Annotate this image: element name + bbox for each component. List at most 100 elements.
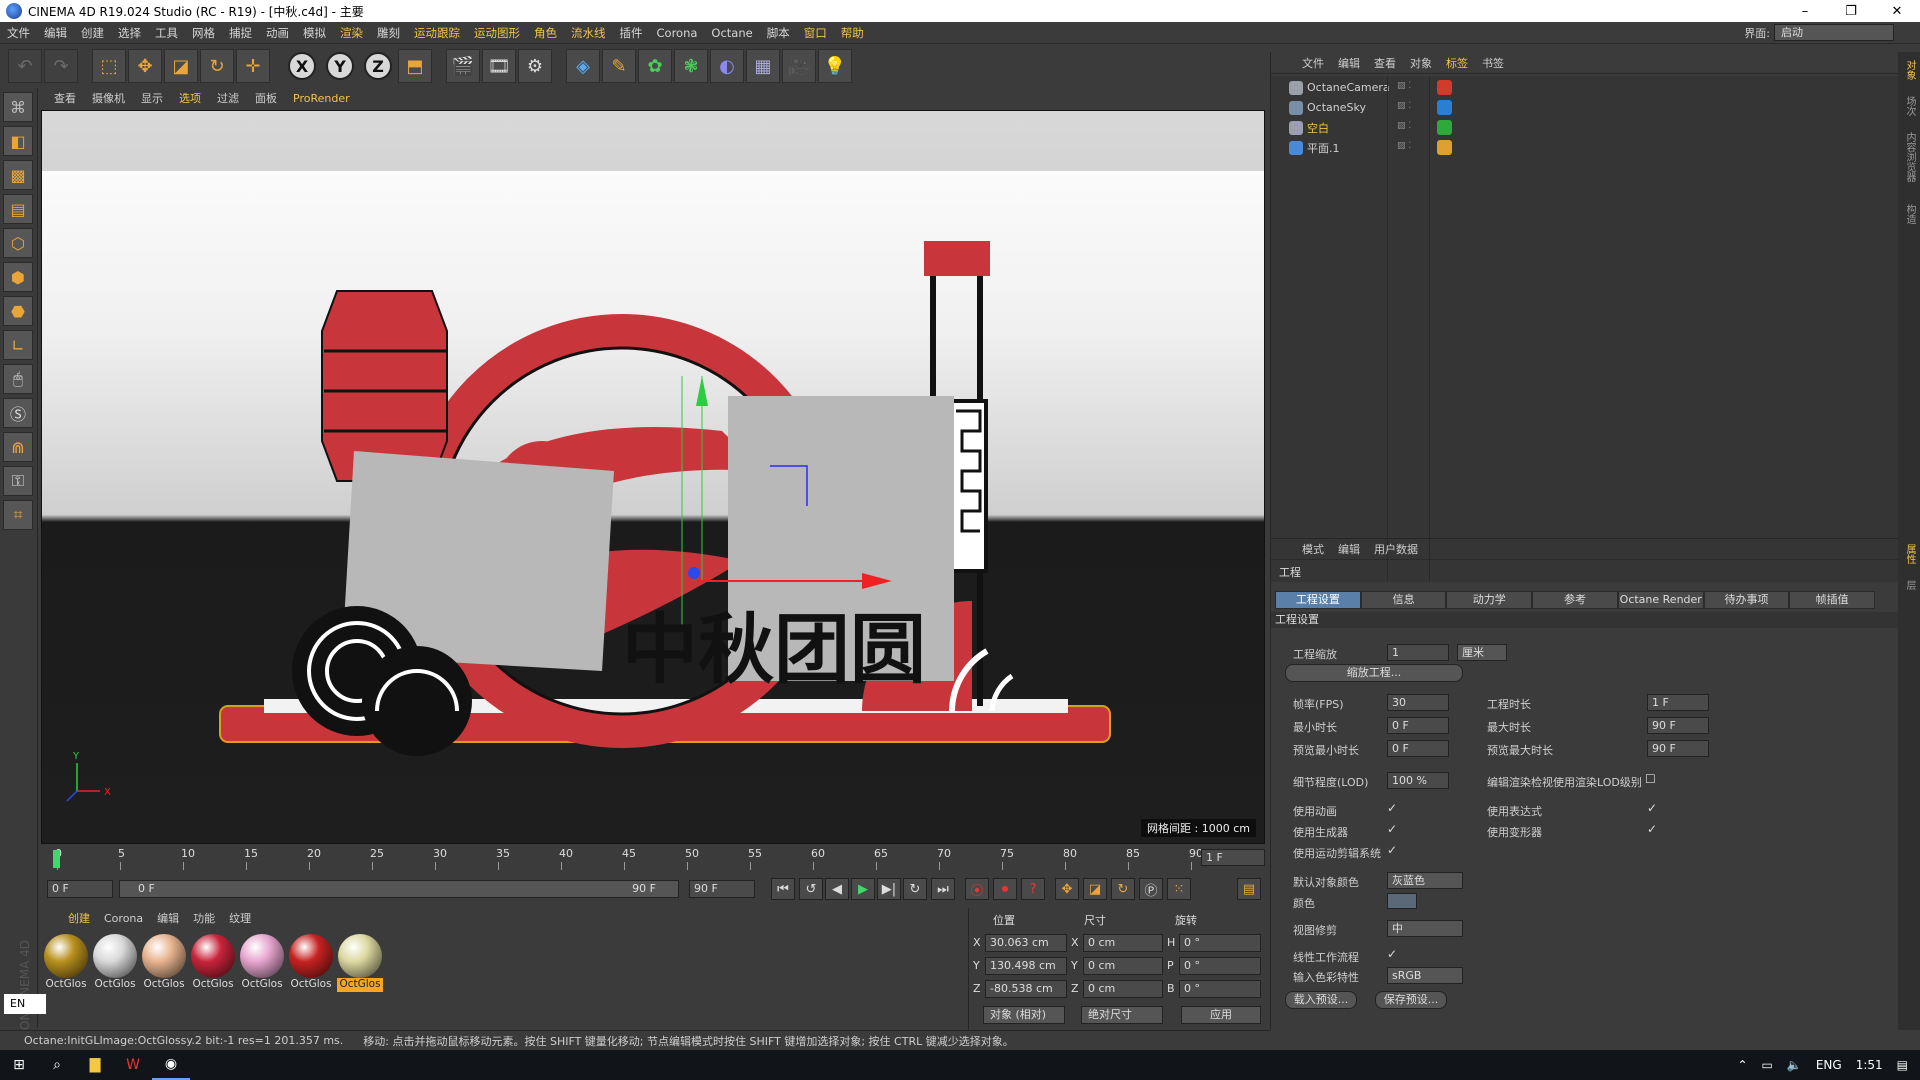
object-name[interactable]: OctaneSky [1307, 101, 1366, 114]
menu-select[interactable]: 选择 [111, 25, 148, 41]
file-explorer-icon[interactable]: ▇ [76, 1050, 114, 1080]
tab-todo[interactable]: 待办事项 [1703, 591, 1790, 609]
tab-frame-interpolation[interactable]: 帧插值 [1789, 591, 1876, 609]
key-position-icon[interactable]: ✥ [1055, 878, 1079, 900]
project-scale-field[interactable]: 1 [1387, 644, 1449, 661]
menu-animate[interactable]: 动画 [259, 25, 296, 41]
size-x-field[interactable]: 0 cm [1083, 934, 1163, 952]
visibility-toggle-icon[interactable]: ▨ ⁚ [1397, 141, 1419, 155]
visibility-toggle-icon[interactable]: ▨ ⁚ [1397, 81, 1419, 95]
tab-project-settings[interactable]: 工程设置 [1275, 591, 1361, 609]
go-to-end-icon[interactable]: ⏭ [931, 878, 955, 900]
language-indicator[interactable]: ENG [1816, 1058, 1842, 1072]
om-menu-file[interactable]: 文件 [1295, 55, 1331, 71]
viewport-menu-cameras[interactable]: 摄像机 [84, 90, 133, 106]
view-clipping-dropdown[interactable]: 中 [1387, 920, 1463, 937]
menu-window[interactable]: 窗口 [797, 25, 834, 41]
position-y-field[interactable]: 130.498 cm [985, 957, 1067, 975]
object-tag-icon[interactable] [1437, 120, 1452, 135]
menu-character[interactable]: 角色 [527, 25, 564, 41]
material-swatch[interactable]: OctGlos [43, 934, 89, 992]
object-tag-icon[interactable] [1437, 80, 1452, 95]
menu-snap[interactable]: 捕捉 [222, 25, 259, 41]
size-z-field[interactable]: 0 cm [1083, 980, 1163, 998]
deformer-icon[interactable]: ◐ [710, 49, 744, 83]
current-frame-field[interactable]: 1 F [1201, 849, 1265, 866]
preview-max-field[interactable]: 90 F [1647, 740, 1709, 757]
object-name[interactable]: 平面.1 [1307, 140, 1340, 156]
texture-mode-icon[interactable]: ▩ [3, 160, 33, 190]
layout-dropdown[interactable]: 启动 [1774, 24, 1894, 41]
am-menu-userdata[interactable]: 用户数据 [1367, 541, 1425, 557]
render-picture-viewer-icon[interactable]: 🎞 [482, 49, 516, 83]
axis-mode-icon[interactable]: ∟ [3, 330, 33, 360]
render-view-icon[interactable]: 🎬 [446, 49, 480, 83]
lod-field[interactable]: 100 % [1387, 772, 1449, 789]
scale-tool-icon[interactable]: ◪ [164, 49, 198, 83]
auto-key-icon[interactable]: ⏺ [993, 878, 1017, 900]
object-row[interactable]: OctaneCamera ▨ ⁚ [1271, 78, 1899, 97]
use-generators-checkbox[interactable]: ✓ [1387, 822, 1397, 836]
material-swatch[interactable]: OctGlos [337, 934, 383, 992]
viewport-menu-panel[interactable]: 面板 [247, 90, 285, 106]
floor-icon[interactable]: ▦ [746, 49, 780, 83]
object-row[interactable]: 平面.1 ▨ ⁚ [1271, 138, 1899, 157]
side-tab-layers[interactable]: 层 [1902, 580, 1917, 590]
x-axis-lock-button[interactable]: X [288, 52, 316, 80]
use-motion-checkbox[interactable]: ✓ [1387, 843, 1397, 857]
menu-simulate[interactable]: 模拟 [296, 25, 333, 41]
om-menu-tags[interactable]: 标签 [1439, 55, 1475, 71]
coords-apply-button[interactable]: 应用 [1181, 1006, 1261, 1024]
menu-help[interactable]: 帮助 [834, 25, 871, 41]
workplane-icon[interactable]: ▤ [3, 194, 33, 224]
workplane-lock-icon[interactable]: ⚿ [3, 466, 33, 496]
project-length-field[interactable]: 1 F [1647, 694, 1709, 711]
use-deformers-checkbox[interactable]: ✓ [1647, 822, 1657, 836]
model-mode-icon[interactable]: ◧ [3, 126, 33, 156]
menu-create[interactable]: 创建 [74, 25, 111, 41]
om-menu-bookmarks[interactable]: 书签 [1475, 55, 1511, 71]
color-swatch[interactable] [1387, 893, 1417, 909]
visibility-toggle-icon[interactable]: ▨ ⁚ [1397, 101, 1419, 115]
points-mode-icon[interactable]: ⬡ [3, 228, 33, 258]
preview-min-field[interactable]: 0 F [1387, 740, 1449, 757]
key-rotation-icon[interactable]: ↻ [1111, 878, 1135, 900]
mat-menu-create[interactable]: 创建 [61, 910, 97, 926]
z-axis-lock-button[interactable]: Z [364, 52, 392, 80]
object-name[interactable]: OctaneCamera [1307, 81, 1390, 94]
project-unit-dropdown[interactable]: 厘米 [1457, 644, 1507, 661]
close-button[interactable]: ✕ [1874, 4, 1920, 19]
save-preset-button[interactable]: 保存预设... [1375, 991, 1447, 1009]
render-settings-icon[interactable]: ⚙ [518, 49, 552, 83]
side-tab-content-browser[interactable]: 内容浏览器 [1902, 132, 1917, 182]
visibility-toggle-icon[interactable]: ▨ ⁚ [1397, 121, 1419, 135]
menu-octane[interactable]: Octane [704, 26, 759, 40]
menu-tools[interactable]: 工具 [148, 25, 185, 41]
menu-mesh[interactable]: 网格 [185, 25, 222, 41]
use-animation-checkbox[interactable]: ✓ [1387, 801, 1397, 815]
notification-icon[interactable]: ▤ [1897, 1058, 1908, 1072]
object-row[interactable]: 空白 ▨ ⁚ [1271, 118, 1899, 137]
object-row[interactable]: OctaneSky ▨ ⁚ [1271, 98, 1899, 117]
scale-project-button[interactable]: 缩放工程... [1285, 664, 1463, 682]
menu-script[interactable]: 脚本 [760, 25, 797, 41]
previous-key-icon[interactable]: ↺ [799, 878, 823, 900]
key-parameter-icon[interactable]: Ⓟ [1139, 878, 1163, 900]
minimize-button[interactable]: – [1782, 4, 1828, 19]
preview-range-slider[interactable]: 0 F 90 F [119, 880, 679, 898]
coords-size-mode-dropdown[interactable]: 绝对尺寸 [1081, 1006, 1163, 1024]
position-x-field[interactable]: 30.063 cm [985, 934, 1067, 952]
rotate-tool-icon[interactable]: ↻ [200, 49, 234, 83]
material-swatch[interactable]: OctGlos [239, 934, 285, 992]
redo-icon[interactable]: ↷ [44, 49, 78, 83]
windows-start-icon[interactable]: ⊞ [0, 1050, 38, 1080]
live-select-icon[interactable]: ⬚ [92, 49, 126, 83]
viewport-menu-prorender[interactable]: ProRender [285, 92, 358, 105]
cube-primitive-icon[interactable]: ◈ [566, 49, 600, 83]
menu-pipeline[interactable]: 流水线 [564, 25, 613, 41]
edges-mode-icon[interactable]: ⬢ [3, 262, 33, 292]
mat-menu-edit[interactable]: 编辑 [150, 910, 186, 926]
subdivision-surface-icon[interactable]: ✿ [638, 49, 672, 83]
object-name[interactable]: 空白 [1307, 120, 1329, 136]
menu-render[interactable]: 渲染 [333, 25, 370, 41]
